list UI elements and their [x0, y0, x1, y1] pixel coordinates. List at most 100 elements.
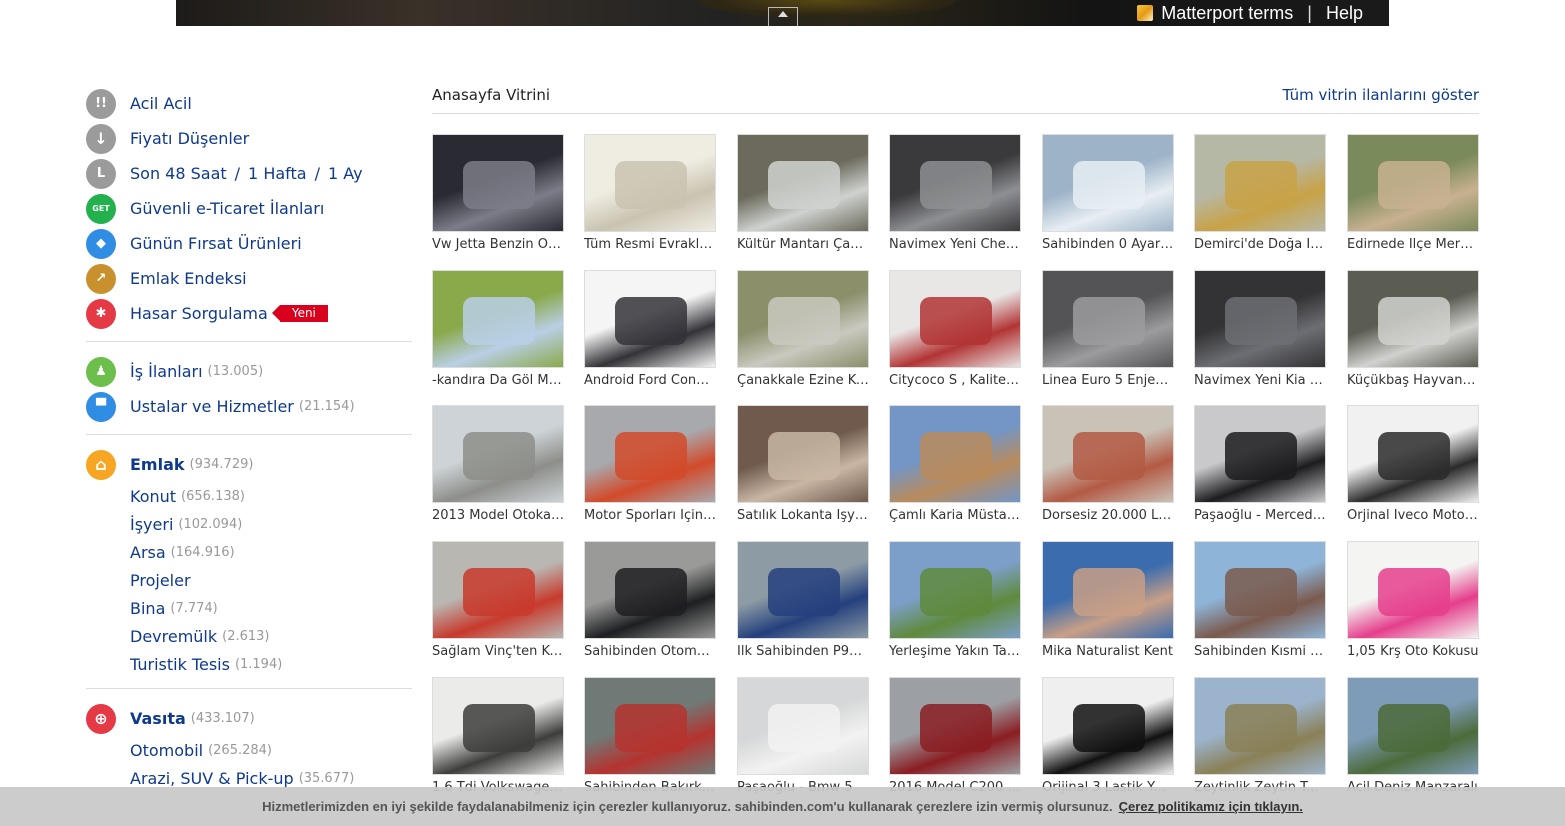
sidebar-sub-link[interactable]: Arazi, SUV & Pick-up — [130, 769, 294, 788]
sidebar-link-1-ay[interactable]: 1 Ay — [328, 164, 363, 183]
listing-thumbnail[interactable] — [584, 270, 716, 368]
listing-card[interactable]: Zeytinlik Zeytin Tarlası — [1194, 677, 1326, 796]
listing-title[interactable]: Küçükbaş Hayvan Çadırı — [1347, 373, 1479, 389]
listing-thumbnail[interactable] — [432, 541, 564, 639]
sidebar-item-gunun-firsat[interactable]: ◆ Günün Fırsat Ürünleri — [86, 226, 412, 261]
listing-card[interactable]: 2016 Model C200 Mercedes — [889, 677, 1021, 796]
listing-title[interactable]: Vw Jetta Benzin Otomatik — [432, 237, 564, 253]
listing-title[interactable]: 1,05 Krş Oto Kokusu — [1347, 644, 1479, 660]
listing-thumbnail[interactable] — [584, 677, 716, 775]
listing-title[interactable]: Sahibinden Kısmi Deniz — [1194, 644, 1326, 660]
sidebar-sub-link[interactable]: Arsa — [130, 543, 166, 562]
listing-thumbnail[interactable] — [1042, 405, 1174, 503]
listing-card[interactable]: Satılık Lokanta İşyeri — [737, 405, 869, 524]
listing-thumbnail[interactable] — [737, 677, 869, 775]
listing-card[interactable]: Motor Sporları İçin Tır — [584, 405, 716, 524]
listing-title[interactable]: Ilk Sahibinden P90D Tesla — [737, 644, 869, 660]
sidebar-category-emlak[interactable]: ⌂ Emlak (934.729) — [86, 447, 412, 482]
listing-card[interactable]: Kültür Mantarı Çadırı — [737, 134, 869, 253]
listing-thumbnail[interactable] — [1347, 270, 1479, 368]
listing-title[interactable]: Navimex Yeni Kia Rio — [1194, 373, 1326, 389]
expand-up-button[interactable] — [768, 7, 798, 26]
listing-card[interactable]: 2013 Model Otokar Tanker — [432, 405, 564, 524]
listing-card[interactable]: Linea Euro 5 Enjektör — [1042, 270, 1174, 389]
listing-thumbnail[interactable] — [1042, 677, 1174, 775]
sidebar-link-son-48-saat[interactable]: Son 48 Saat — [130, 164, 227, 183]
sidebar-link-vasita[interactable]: Vasıta — [130, 709, 186, 728]
listing-title[interactable]: Citycoco S , Kalite Farkı — [889, 373, 1021, 389]
listing-card[interactable]: Navimex Yeni Kia Rio — [1194, 270, 1326, 389]
listing-title[interactable]: Mika Naturalist Kent — [1042, 644, 1174, 660]
sidebar-item-is-ilanlari[interactable]: ♟ İş İlanları (13.005) — [86, 354, 412, 389]
listing-title[interactable]: Edirnede Ilçe Merkezine — [1347, 237, 1479, 253]
listing-card[interactable]: -kandıra Da Göl Manzaralı — [432, 270, 564, 389]
listing-title[interactable]: Yerleşime Yakın Tarla — [889, 644, 1021, 660]
sidebar-link-fiyati-dusenler[interactable]: Fiyatı Düşenler — [130, 129, 249, 148]
listing-thumbnail[interactable] — [584, 134, 716, 232]
listing-title[interactable]: Sahibinden 0 Ayarında Tekne — [1042, 237, 1174, 253]
listing-card[interactable]: Demirci'de Doğa İçinde — [1194, 134, 1326, 253]
listing-title[interactable]: Kültür Mantarı Çadırı — [737, 237, 869, 253]
listing-thumbnail[interactable] — [1347, 405, 1479, 503]
listing-thumbnail[interactable] — [1042, 541, 1174, 639]
listing-thumbnail[interactable] — [889, 405, 1021, 503]
listing-card[interactable]: Mika Naturalist Kent — [1042, 541, 1174, 660]
listing-card[interactable]: Orjinal Iveco Motorlu — [1347, 405, 1479, 524]
listing-title[interactable]: Linea Euro 5 Enjektör — [1042, 373, 1174, 389]
listing-card[interactable]: Acil Deniz Manzaralı — [1347, 677, 1479, 796]
sidebar-item-acil[interactable]: !! Acil Acil — [86, 86, 412, 121]
listing-thumbnail[interactable] — [1347, 541, 1479, 639]
sidebar-link-hasar-sorgulama[interactable]: Hasar Sorgulama — [130, 304, 268, 323]
sidebar-sub-link[interactable]: Otomobil — [130, 741, 203, 760]
listing-card[interactable]: Dorsesiz 20.000 Litre — [1042, 405, 1174, 524]
listing-card[interactable]: Sahibinden Bakırköy — [584, 677, 716, 796]
sidebar-sub-devremulk[interactable]: Devremülk (2.613) — [86, 622, 412, 650]
sidebar-link-acil[interactable]: Acil Acil — [130, 94, 192, 113]
cookie-policy-link[interactable]: Çerez politikamız için tıklayın. — [1119, 799, 1303, 814]
sidebar-sub-bina[interactable]: Bina (7.774) — [86, 594, 412, 622]
sidebar-link-emlak-endeksi[interactable]: Emlak Endeksi — [130, 269, 247, 288]
listing-title[interactable]: Paşaoğlu - Mercedes Maybach — [1194, 508, 1326, 524]
listing-thumbnail[interactable] — [432, 405, 564, 503]
listing-title[interactable]: Demirci'de Doğa İçinde — [1194, 237, 1326, 253]
listing-title[interactable]: Sahibinden Otomatik Honda — [584, 644, 716, 660]
sidebar-sub-link[interactable]: Bina — [130, 599, 165, 618]
listing-thumbnail[interactable] — [1194, 405, 1326, 503]
listing-card[interactable]: Sahibinden Kısmi Deniz — [1194, 541, 1326, 660]
sidebar-sub-konut[interactable]: Konut (656.138) — [86, 482, 412, 510]
listing-title[interactable]: 2013 Model Otokar Tanker — [432, 508, 564, 524]
listing-thumbnail[interactable] — [889, 134, 1021, 232]
listing-thumbnail[interactable] — [889, 541, 1021, 639]
listing-card[interactable]: Sahibinden Otomatik Honda — [584, 541, 716, 660]
listing-thumbnail[interactable] — [1194, 270, 1326, 368]
sidebar-sub-arsa[interactable]: Arsa (164.916) — [86, 538, 412, 566]
listing-card[interactable]: Çanakkale Ezine Kumburun — [737, 270, 869, 389]
listing-card[interactable]: Sağlam Vinç'ten Kurtarıcı — [432, 541, 564, 660]
sidebar-sub-link[interactable]: Turistik Tesis — [130, 655, 230, 674]
listing-card[interactable]: Navimex Yeni Chevrolet — [889, 134, 1021, 253]
sidebar-link-1-hafta[interactable]: 1 Hafta — [248, 164, 307, 183]
listing-card[interactable]: Edirnede Ilçe Merkezine — [1347, 134, 1479, 253]
sidebar-sub-link[interactable]: İşyeri — [130, 515, 173, 534]
listing-title[interactable]: Sağlam Vinç'ten Kurtarıcı — [432, 644, 564, 660]
sidebar-sub-link[interactable]: Konut — [130, 487, 176, 506]
sidebar-link-is-ilanlari[interactable]: İş İlanları — [130, 362, 203, 381]
listing-card[interactable]: Küçükbaş Hayvan Çadırı — [1347, 270, 1479, 389]
listing-card[interactable]: Çamlı Karia Müstakil Villa — [889, 405, 1021, 524]
listing-thumbnail[interactable] — [432, 270, 564, 368]
listing-title[interactable]: -kandıra Da Göl Manzaralı — [432, 373, 564, 389]
sidebar-item-ustalar[interactable]: ▀ Ustalar ve Hizmetler (21.154) — [86, 389, 412, 424]
listing-thumbnail[interactable] — [1347, 677, 1479, 775]
listing-card[interactable]: Tüm Resmi Evrakları Tam — [584, 134, 716, 253]
sidebar-sub-projeler[interactable]: Projeler — [86, 566, 412, 594]
listing-thumbnail[interactable] — [737, 541, 869, 639]
listing-title[interactable]: Android Ford Connect — [584, 373, 716, 389]
sidebar-sub-link[interactable]: Devremülk — [130, 627, 217, 646]
sidebar-sub-link[interactable]: Projeler — [130, 571, 191, 590]
sidebar-item-emlak-endeksi[interactable]: ↗ Emlak Endeksi — [86, 261, 412, 296]
listing-card[interactable]: Paşaoğlu - Bmw 5 — [737, 677, 869, 796]
listing-card[interactable]: Citycoco S , Kalite Farkı — [889, 270, 1021, 389]
listing-card[interactable]: Orijinal 3 Lastik Yazısı — [1042, 677, 1174, 796]
listing-thumbnail[interactable] — [584, 405, 716, 503]
listing-thumbnail[interactable] — [1194, 134, 1326, 232]
